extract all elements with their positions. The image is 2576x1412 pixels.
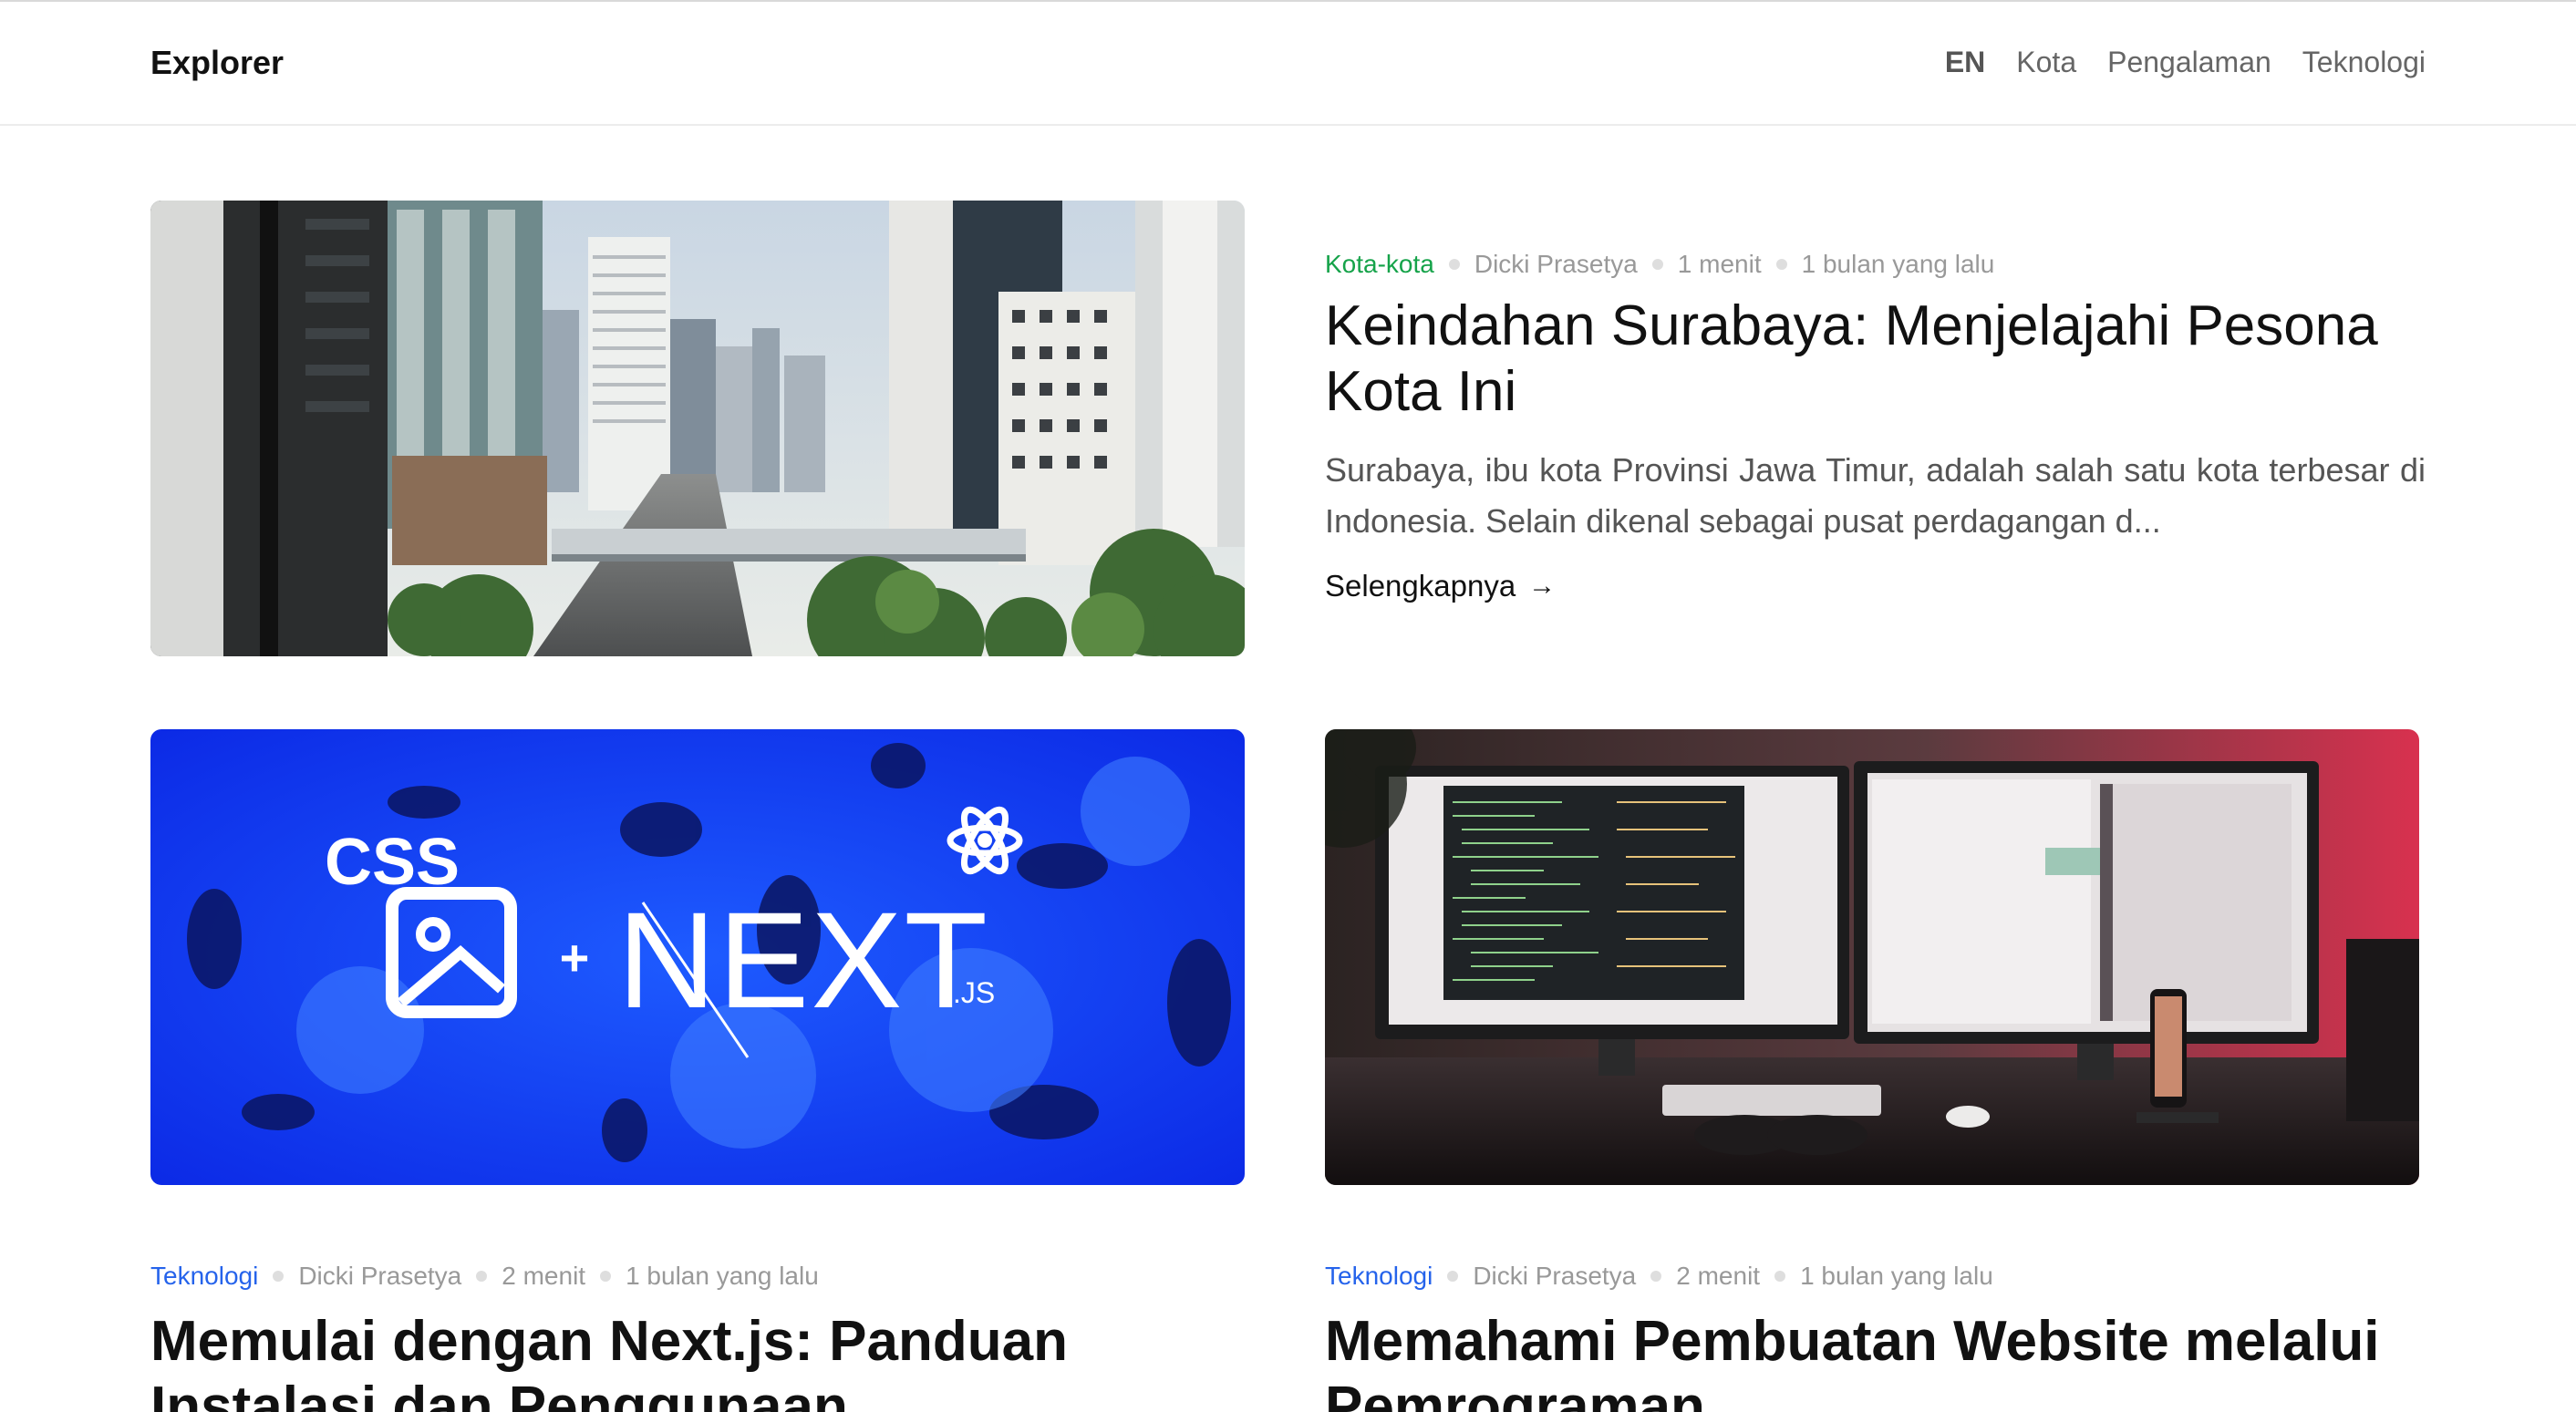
nav-item-teknologi[interactable]: Teknologi (2302, 46, 2426, 79)
card-meta: Teknologi Dicki Prasetya 2 menit 1 bulan… (150, 1262, 819, 1291)
read-more-label: Selengkapnya (1325, 569, 1516, 603)
card-read-time: 2 menit (502, 1262, 586, 1290)
page: Explorer EN Kota Pengalaman Teknologi Ko… (0, 0, 2576, 1412)
meta-separator (1651, 259, 1663, 270)
brand-logo[interactable]: Explorer (150, 44, 284, 82)
banner-next-text: NEXT (617, 883, 989, 1036)
banner-plus-text: + (560, 929, 590, 986)
card-category[interactable]: Teknologi (150, 1262, 258, 1291)
meta-separator (1774, 1271, 1786, 1282)
card-date: 1 bulan yang lalu (1800, 1262, 1993, 1290)
hero-author: Dicki Prasetya (1474, 250, 1638, 278)
hero-category[interactable]: Kota-kota (1325, 250, 1434, 279)
main-nav: EN Kota Pengalaman Teknologi (1945, 46, 2426, 79)
meta-separator (1650, 1271, 1662, 1282)
card-author: Dicki Prasetya (298, 1262, 462, 1290)
language-switch[interactable]: EN (1945, 46, 1985, 79)
card-author: Dicki Prasetya (1473, 1262, 1637, 1290)
card-category[interactable]: Teknologi (1325, 1262, 1433, 1291)
meta-separator (1775, 259, 1787, 270)
hero-read-time: 1 menit (1677, 250, 1762, 278)
arrow-right-icon: → (1528, 571, 1557, 601)
card-image-nextjs[interactable]: CSS + NEXT .JS (150, 729, 1245, 1185)
hero-image[interactable] (150, 201, 1245, 656)
card-title-nextjs[interactable]: Memulai dengan Next.js: Panduan Instalas… (150, 1309, 1254, 1412)
meta-separator (273, 1271, 284, 1282)
meta-separator (1447, 1271, 1459, 1282)
hero-date: 1 bulan yang lalu (1801, 250, 1995, 278)
card-date: 1 bulan yang lalu (626, 1262, 819, 1290)
meta-separator (600, 1271, 612, 1282)
card-read-time: 2 menit (1676, 1262, 1761, 1290)
hero-meta: Kota-kota Dicki Prasetya 1 menit 1 bulan… (1325, 250, 1994, 279)
hero-title[interactable]: Keindahan Surabaya: Menjelajahi Pesona K… (1325, 294, 2428, 425)
meta-separator (476, 1271, 488, 1282)
hero-excerpt: Surabaya, ibu kota Provinsi Jawa Timur, … (1325, 451, 2426, 540)
nav-item-kota[interactable]: Kota (2016, 46, 2076, 79)
card-image-monitors[interactable] (1325, 729, 2419, 1185)
read-more-link[interactable]: Selengkapnya → (1325, 569, 1556, 603)
card-title-website[interactable]: Memahami Pembuatan Website melalui Pemro… (1325, 1309, 2428, 1412)
nav-item-pengalaman[interactable]: Pengalaman (2107, 46, 2271, 79)
card-meta: Teknologi Dicki Prasetya 2 menit 1 bulan… (1325, 1262, 1993, 1291)
banner-js-text: .JS (953, 976, 995, 1009)
meta-separator (1448, 259, 1460, 270)
site-header: Explorer EN Kota Pengalaman Teknologi (0, 2, 2576, 126)
